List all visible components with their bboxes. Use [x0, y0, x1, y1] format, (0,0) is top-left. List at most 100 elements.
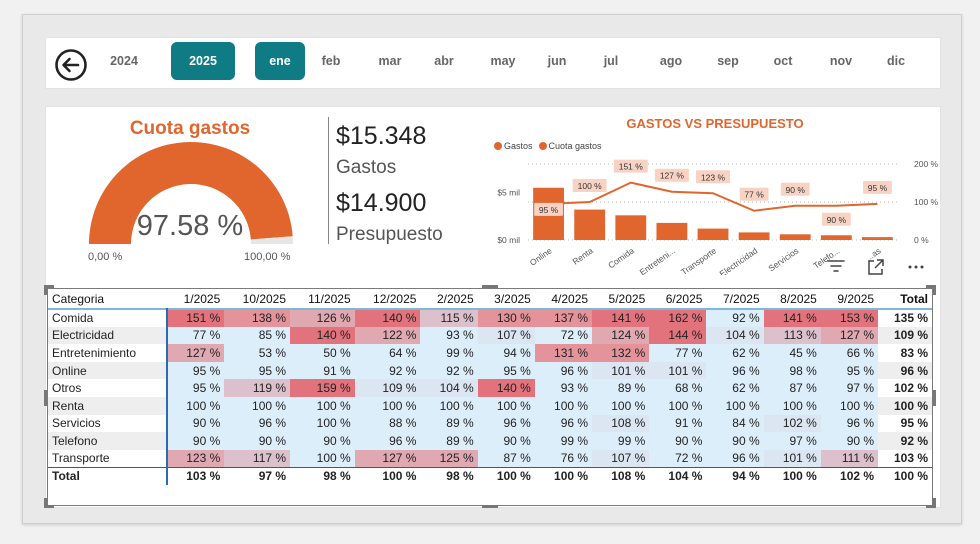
combo-chart[interactable]: $0 mil $5 mil 0 % 100 % 200 % Online Renta Comi…	[490, 150, 940, 275]
table-cell[interactable]: 93 %	[534, 379, 593, 397]
month-jul-button[interactable]: jul	[586, 42, 636, 80]
table-cell[interactable]: 93 %	[420, 326, 478, 345]
resize-handle[interactable]	[44, 285, 47, 295]
month-may-button[interactable]: may	[478, 42, 528, 80]
table-cell[interactable]: 124 %	[592, 326, 650, 345]
total-cell[interactable]: 100 %	[355, 467, 421, 485]
total-cell[interactable]: 97 %	[224, 467, 290, 485]
table-cell[interactable]: 90 %	[224, 432, 291, 450]
table-cell[interactable]: 100 %	[224, 396, 291, 415]
table-cell[interactable]: 131 %	[534, 344, 593, 362]
table-cell[interactable]: 141 %	[763, 309, 821, 327]
table-cell[interactable]: 95 %	[477, 361, 535, 380]
grand-total-cell[interactable]: 100 %	[878, 467, 932, 485]
table-cell[interactable]: 130 %	[477, 309, 535, 327]
row-category-label[interactable]: Online	[48, 361, 168, 380]
table-cell[interactable]: 96 %	[224, 414, 291, 433]
row-total-cell[interactable]: 102 %	[878, 379, 932, 397]
table-cell[interactable]: 126 %	[290, 309, 355, 327]
month-jun-button[interactable]: jun	[532, 42, 582, 80]
row-total-cell[interactable]: 109 %	[878, 326, 932, 345]
table-cell[interactable]: 90 %	[166, 432, 225, 450]
table-cell[interactable]: 87 %	[763, 379, 821, 397]
table-cell[interactable]: 117 %	[224, 449, 291, 468]
table-cell[interactable]: 107 %	[592, 449, 650, 468]
table-cell[interactable]: 97 %	[763, 432, 821, 450]
table-cell[interactable]: 104 %	[706, 326, 764, 345]
table-cell[interactable]: 100 %	[534, 396, 593, 415]
table-cell[interactable]: 100 %	[290, 449, 355, 468]
table-cell[interactable]: 100 %	[166, 396, 225, 415]
month-mar-button[interactable]: mar	[365, 42, 415, 80]
row-category-label[interactable]: Telefono	[48, 432, 168, 450]
row-total-cell[interactable]: 96 %	[878, 361, 932, 380]
table-cell[interactable]: 92 %	[706, 309, 764, 327]
column-header[interactable]: 7/2025	[706, 289, 763, 309]
resize-handle[interactable]	[482, 505, 498, 508]
table-cell[interactable]: 99 %	[534, 432, 593, 450]
table-cell[interactable]: 141 %	[592, 309, 650, 327]
table-cell[interactable]: 62 %	[706, 379, 764, 397]
table-cell[interactable]: 77 %	[649, 344, 707, 362]
month-ago-button[interactable]: ago	[646, 42, 696, 80]
table-cell[interactable]: 97 %	[820, 379, 879, 397]
table-cell[interactable]: 90 %	[290, 432, 355, 450]
table-cell[interactable]: 159 %	[290, 379, 355, 397]
resize-handle[interactable]	[44, 498, 47, 508]
total-cell[interactable]: 102 %	[821, 467, 878, 485]
table-cell[interactable]: 96 %	[706, 449, 764, 468]
table-cell[interactable]: 96 %	[534, 361, 593, 380]
table-cell[interactable]: 100 %	[592, 396, 650, 415]
table-cell[interactable]: 95 %	[820, 361, 879, 380]
table-cell[interactable]: 64 %	[354, 344, 421, 362]
table-cell[interactable]: 138 %	[224, 309, 291, 327]
table-cell[interactable]: 100 %	[477, 396, 535, 415]
table-cell[interactable]: 115 %	[420, 309, 478, 327]
row-total-cell[interactable]: 92 %	[878, 432, 932, 450]
table-cell[interactable]: 90 %	[706, 432, 764, 450]
table-cell[interactable]: 88 %	[354, 414, 421, 433]
row-category-label[interactable]: Electricidad	[48, 326, 168, 345]
column-header[interactable]: 3/2025	[478, 289, 535, 309]
table-cell[interactable]: 127 %	[820, 326, 879, 345]
month-nov-button[interactable]: nov	[816, 42, 866, 80]
resize-handle[interactable]	[482, 285, 498, 288]
row-category-label[interactable]: Entretenimiento	[48, 344, 167, 362]
table-cell[interactable]: 140 %	[290, 326, 355, 345]
row-total-cell[interactable]: 100 %	[878, 396, 932, 415]
table-cell[interactable]: 96 %	[534, 414, 593, 433]
column-header[interactable]: 10/2025	[224, 289, 290, 309]
table-cell[interactable]: 113 %	[763, 326, 821, 345]
table-cell[interactable]: 151 %	[166, 309, 225, 327]
resize-handle[interactable]	[933, 285, 936, 295]
column-header[interactable]: 4/2025	[535, 289, 592, 309]
row-total-cell[interactable]: 95 %	[878, 414, 932, 433]
month-dic-button[interactable]: dic	[871, 42, 921, 80]
table-cell[interactable]: 132 %	[592, 344, 650, 362]
year-2025-button[interactable]: 2025	[171, 42, 235, 80]
table-cell[interactable]: 119 %	[224, 379, 291, 397]
table-cell[interactable]: 90 %	[820, 432, 879, 450]
column-header[interactable]: 2/2025	[420, 289, 477, 309]
row-category-label[interactable]: Renta	[48, 396, 168, 415]
table-cell[interactable]: 91 %	[649, 414, 707, 433]
table-cell[interactable]: 96 %	[477, 414, 535, 433]
table-cell[interactable]: 53 %	[224, 344, 291, 362]
total-cell[interactable]: 94 %	[706, 467, 763, 485]
table-cell[interactable]: 137 %	[534, 309, 593, 327]
table-cell[interactable]: 50 %	[290, 344, 355, 362]
table-cell[interactable]: 108 %	[592, 414, 650, 433]
table-cell[interactable]: 100 %	[649, 396, 707, 415]
table-cell[interactable]: 104 %	[420, 379, 478, 397]
column-header[interactable]: 11/2025	[290, 289, 355, 309]
total-cell[interactable]: 108 %	[592, 467, 649, 485]
table-cell[interactable]: 111 %	[820, 449, 879, 468]
row-category-label[interactable]: Servicios	[48, 415, 167, 433]
table-cell[interactable]: 45 %	[763, 344, 821, 362]
row-category-label[interactable]: Comida	[48, 309, 167, 327]
year-2024-button[interactable]: 2024	[92, 42, 156, 80]
row-category-label[interactable]: Otros	[48, 379, 167, 397]
table-cell[interactable]: 91 %	[290, 361, 355, 380]
table-cell[interactable]: 89 %	[592, 379, 650, 397]
total-cell[interactable]: 100 %	[478, 467, 535, 485]
